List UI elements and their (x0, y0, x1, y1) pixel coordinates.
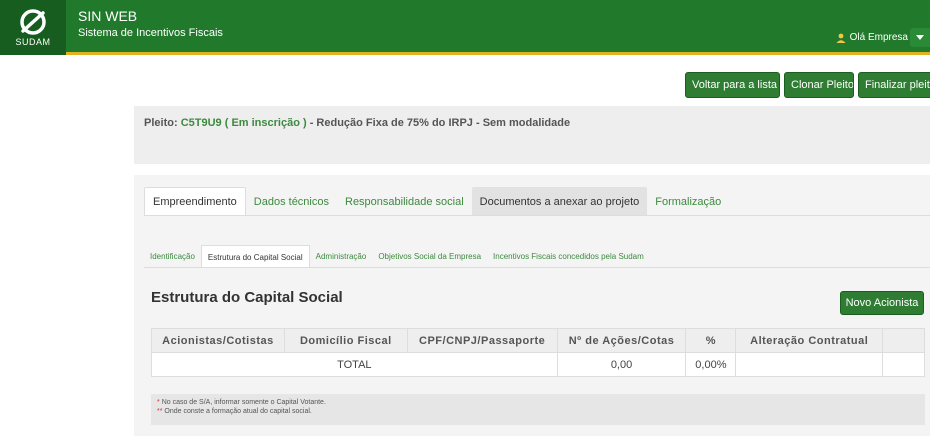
sudam-emblem-icon (20, 9, 46, 35)
back-to-list-button[interactable]: Voltar para a lista (685, 72, 780, 98)
table-header-row: Acionistas/Cotistas Domicílio Fiscal CPF… (151, 328, 925, 353)
tab-documentos[interactable]: Documentos a anexar ao projeto (471, 187, 648, 216)
pleito-code: C5T9U9 (180, 117, 222, 129)
caret-down-icon (916, 35, 924, 40)
col-acionistas: Acionistas/Cotistas (151, 328, 285, 353)
footnotes: * No caso de S/A, informar somente o Cap… (151, 394, 925, 425)
subtab-estrutura-capital[interactable]: Estrutura do Capital Social (200, 245, 310, 268)
col-domicilio: Domicílio Fiscal (283, 328, 408, 353)
user-menu[interactable]: Olá Empresa (836, 32, 908, 43)
new-shareholder-button[interactable]: Novo Acionista (840, 291, 924, 315)
user-dropdown-toggle[interactable] (910, 28, 930, 47)
total-actions-cell (882, 352, 925, 377)
tabs-divider (144, 215, 930, 216)
tab-formalizacao[interactable]: Formalização (647, 187, 729, 216)
total-percent: 0,00% (685, 352, 737, 377)
total-label: TOTAL (151, 352, 558, 377)
section-title: Estrutura do Capital Social (151, 289, 343, 306)
main-tabs: Empreendimento Dados técnicos Responsabi… (144, 187, 729, 216)
pleito-status: ( Em inscrição ) (224, 117, 307, 129)
sub-tabs: Identificação Estrutura do Capital Socia… (144, 245, 650, 268)
footnote-1-text: No caso de S/A, informar somente o Capit… (161, 399, 326, 406)
col-acoes-cotas: Nº de Ações/Cotas (556, 328, 687, 353)
capital-table: Acionistas/Cotistas Domicílio Fiscal CPF… (151, 328, 925, 377)
footnote-2: ** Onde conste a formação atual do capit… (157, 407, 919, 416)
subtab-incentivos-fiscais[interactable]: Incentivos Fiscais concedidos pela Sudam (487, 245, 650, 268)
clone-pleito-button[interactable]: Clonar Pleito (784, 72, 854, 98)
subtab-administracao[interactable]: Administração (310, 245, 373, 268)
tab-dados-tecnicos[interactable]: Dados técnicos (246, 187, 337, 216)
top-navbar: SUDAM SIN WEB Sistema de Incentivos Fisc… (0, 0, 930, 55)
footnote-2-text: Onde conste a formação atual do capital … (164, 408, 312, 415)
col-actions (882, 328, 925, 353)
sudam-logo[interactable]: SUDAM (0, 0, 66, 55)
pleito-description: - Redução Fixa de 75% do IRPJ - Sem moda… (309, 117, 571, 129)
subtabs-divider (144, 267, 930, 268)
footnote-1-mark: * (157, 399, 160, 406)
main-panel: Empreendimento Dados técnicos Responsabi… (134, 175, 930, 436)
col-alteracao: Alteração Contratual (735, 328, 884, 353)
app-subtitle: Sistema de Incentivos Fiscais (78, 27, 223, 39)
col-cpf-cnpj: CPF/CNPJ/Passaporte (406, 328, 558, 353)
finalize-pleito-button[interactable]: Finalizar pleito (858, 72, 930, 98)
user-icon (836, 33, 846, 43)
total-row: TOTAL 0,00 0,00% (151, 352, 925, 377)
logo-text: SUDAM (15, 37, 51, 47)
footnote-2-mark: ** (157, 408, 163, 415)
tab-empreendimento[interactable]: Empreendimento (144, 187, 246, 216)
subtab-identificacao[interactable]: Identificação (144, 245, 201, 268)
footnote-1: * No caso de S/A, informar somente o Cap… (157, 398, 919, 407)
user-greeting: Olá Empresa (849, 32, 908, 43)
pleito-summary: Pleito: C5T9U9 ( Em inscrição ) - Reduçã… (144, 117, 570, 129)
tab-responsabilidade-social[interactable]: Responsabilidade social (337, 187, 472, 216)
app-title: SIN WEB (78, 8, 138, 24)
pleito-prefix: Pleito: (144, 117, 178, 129)
pleito-info-box: Pleito: C5T9U9 ( Em inscrição ) - Reduçã… (134, 106, 930, 164)
col-percent: % (685, 328, 737, 353)
total-alteracao-cell (735, 352, 884, 377)
total-shares: 0,00 (556, 352, 687, 377)
subtab-objetivos-social[interactable]: Objetivos Social da Empresa (372, 245, 487, 268)
